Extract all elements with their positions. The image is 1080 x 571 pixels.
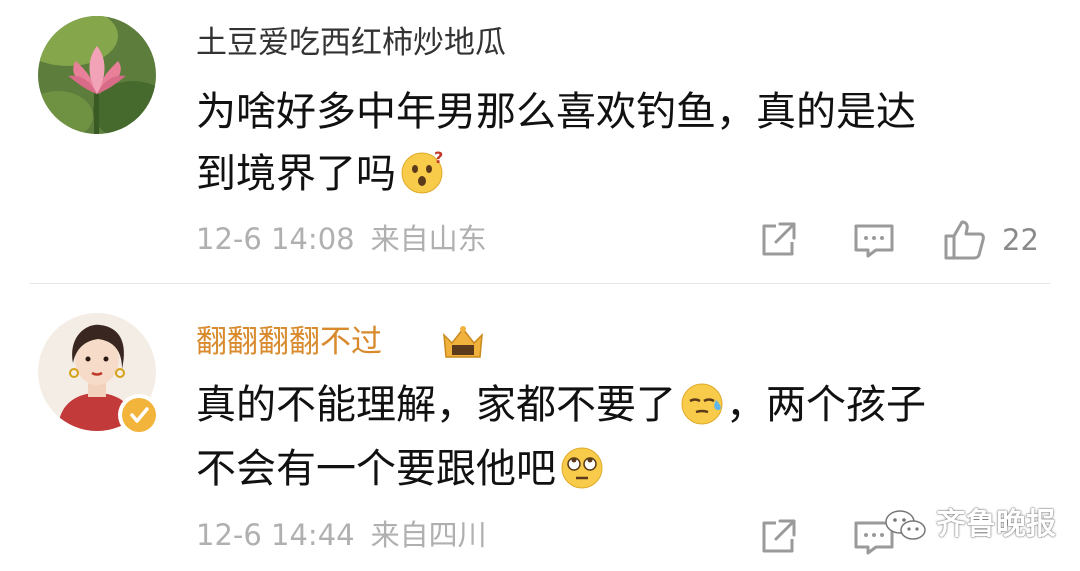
thumbs-up-icon (944, 220, 985, 260)
surprised-face-icon: ? (401, 149, 443, 194)
comment-text-line: 为啥好多中年男那么喜欢钓鱼，真的是达 (196, 89, 916, 135)
wechat-icon (885, 510, 926, 540)
location: 来自山东 (370, 222, 487, 256)
reply-button[interactable] (852, 218, 896, 262)
reply-icon (854, 224, 894, 258)
comment-text-line: 不会有一个要跟他吧 (196, 445, 606, 493)
avatar[interactable] (38, 16, 156, 134)
comment-text: ，两个孩子 (726, 382, 926, 428)
crown-icon (443, 326, 483, 358)
share-button[interactable] (756, 515, 800, 559)
comment-text: 不会有一个要跟他吧 (196, 446, 556, 492)
location: 来自四川 (370, 518, 487, 552)
comment-text-line: 到境界了吗 ? (196, 149, 446, 198)
svg-text:?: ? (434, 149, 443, 167)
comment-item: 土豆爱吃西红柿炒地瓜 为啥好多中年男那么喜欢钓鱼，真的是达 到境界了吗 ? 12… (0, 0, 1080, 283)
share-icon (762, 519, 796, 553)
username[interactable]: 翻翻翻翻不过 (196, 323, 382, 361)
comment-meta: 12-6 14:08 来自山东 (196, 221, 487, 257)
verified-badge-icon (118, 394, 160, 436)
timestamp: 12-6 14:08 (196, 222, 355, 256)
like-button[interactable] (942, 218, 986, 262)
share-icon (762, 222, 796, 256)
comment-meta: 12-6 14:44 来自四川 (196, 517, 487, 553)
comment-text: 真的不能理解，家都不要了 (196, 382, 676, 428)
lotus-avatar-image (38, 16, 156, 134)
comment-text-line: 真的不能理解，家都不要了 ，两个孩子 (196, 381, 926, 429)
username[interactable]: 土豆爱吃西红柿炒地瓜 (196, 24, 506, 62)
watermark-text: 齐鲁晚报 (936, 507, 1056, 542)
sweat-face-icon (681, 383, 723, 425)
like-count: 22 (1002, 223, 1039, 257)
comment-text: 到境界了吗 (196, 151, 396, 197)
check-icon (130, 407, 149, 423)
share-button[interactable] (756, 218, 800, 262)
eye-roll-face-icon (561, 447, 603, 489)
timestamp: 12-6 14:44 (196, 518, 355, 552)
